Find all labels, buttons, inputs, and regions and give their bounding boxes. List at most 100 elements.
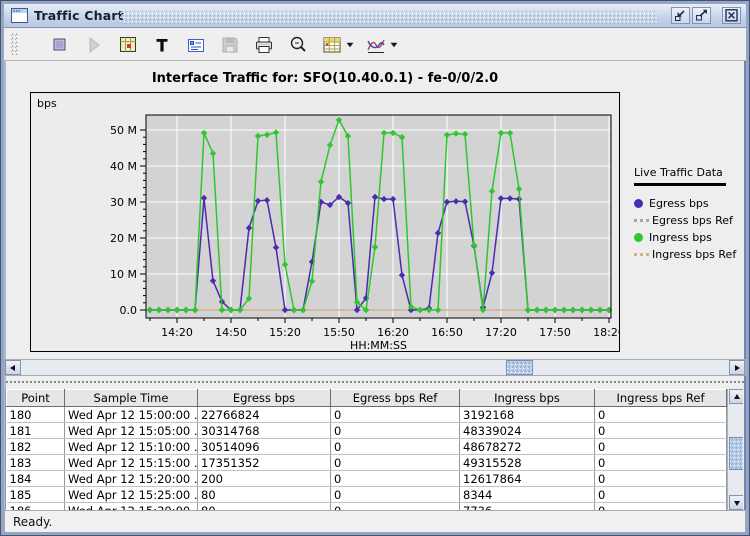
scroll-down-button[interactable] <box>729 495 743 510</box>
table-cell[interactable]: 0 <box>595 423 727 439</box>
table-view-button[interactable] <box>318 32 356 57</box>
table-cell[interactable]: 49315528 <box>460 455 595 471</box>
chevron-down-icon <box>346 42 354 48</box>
table-cell[interactable]: 48339024 <box>460 423 595 439</box>
play-icon <box>82 33 106 57</box>
toolbar <box>4 28 746 61</box>
close-button[interactable] <box>722 7 741 24</box>
column-header-egress-bps-ref[interactable]: Egress bps Ref <box>331 390 460 407</box>
legend-item-egress-bps-ref: Egress bps Ref <box>634 212 746 229</box>
table-row[interactable]: 185Wed Apr 12 15:25:00 ...80083440 <box>7 487 727 503</box>
scroll-up-button[interactable] <box>729 389 743 404</box>
chart-type-button[interactable] <box>362 32 400 57</box>
arrow-right-icon <box>733 364 741 372</box>
table-cell[interactable]: 182 <box>7 439 65 455</box>
table-row[interactable]: 182Wed Apr 12 15:10:00 ...30514096048678… <box>7 439 727 455</box>
svg-text:40 M: 40 M <box>110 160 137 173</box>
scroll-left-button[interactable] <box>5 360 21 375</box>
column-header-egress-bps[interactable]: Egress bps <box>198 390 331 407</box>
table-cell[interactable]: 185 <box>7 487 65 503</box>
table-cell[interactable]: 0 <box>331 407 460 423</box>
table-cell[interactable]: 22766824 <box>198 407 331 423</box>
zoom-button[interactable] <box>284 32 312 57</box>
table-cell[interactable]: 0 <box>331 503 460 511</box>
chart-legend: Live Traffic Data Egress bpsEgress bps R… <box>634 166 746 263</box>
table-cell[interactable]: 8344 <box>460 487 595 503</box>
legend-label: Egress bps Ref <box>652 214 733 227</box>
table-cell[interactable]: 0 <box>331 439 460 455</box>
table-cell[interactable]: 183 <box>7 455 65 471</box>
table-cell[interactable]: 30514096 <box>198 439 331 455</box>
table-cell[interactable]: 17351352 <box>198 455 331 471</box>
table-cell[interactable]: 0 <box>331 455 460 471</box>
legend-item-ingress-bps-ref: Ingress bps Ref <box>634 246 746 263</box>
scroll-right-button[interactable] <box>729 360 745 375</box>
table-cell[interactable]: 80 <box>198 503 331 511</box>
save-button[interactable] <box>216 32 244 57</box>
minimize-button[interactable] <box>671 7 690 24</box>
ingress-bps-ref-dash-swatch <box>634 253 649 256</box>
table-cell[interactable]: 186 <box>7 503 65 511</box>
split-handle[interactable] <box>6 381 744 386</box>
table-cell[interactable]: 7736 <box>460 503 595 511</box>
text-tool-button[interactable] <box>148 32 176 57</box>
horizontal-scroll-thumb[interactable] <box>506 360 533 375</box>
table-cell[interactable]: 181 <box>7 423 65 439</box>
column-header-ingress-bps[interactable]: Ingress bps <box>460 390 595 407</box>
legend-toggle-icon <box>184 33 208 57</box>
table-cell[interactable]: Wed Apr 12 15:00:00 ... <box>65 407 198 423</box>
table-cell[interactable]: 80 <box>198 487 331 503</box>
table-cell[interactable]: 3192168 <box>460 407 595 423</box>
column-header-point[interactable]: Point <box>7 390 65 407</box>
legend-toggle-button[interactable] <box>182 32 210 57</box>
table-cell[interactable]: 184 <box>7 471 65 487</box>
table-row[interactable]: 183Wed Apr 12 15:15:00 ...17351352049315… <box>7 455 727 471</box>
legend-item-ingress-bps: Ingress bps <box>634 229 746 246</box>
table-cell[interactable]: 0 <box>331 471 460 487</box>
table-cell[interactable]: 0 <box>595 471 727 487</box>
table-cell[interactable]: 0 <box>595 487 727 503</box>
window-controls <box>669 7 741 24</box>
x-axis-label: HH:MM:SS <box>350 339 407 351</box>
table-cell[interactable]: 180 <box>7 407 65 423</box>
table-cell[interactable]: Wed Apr 12 15:25:00 ... <box>65 487 198 503</box>
table-cell[interactable]: 0 <box>595 407 727 423</box>
table-cell[interactable]: Wed Apr 12 15:05:00 ... <box>65 423 198 439</box>
table-cell[interactable]: 0 <box>595 503 727 511</box>
traffic-chart-window: Traffic Chart <box>0 0 750 536</box>
legend-label: Ingress bps <box>649 231 712 244</box>
table-cell[interactable]: Wed Apr 12 15:30:00 ... <box>65 503 198 511</box>
table-vertical-scrollbar[interactable] <box>727 389 743 510</box>
table-cell[interactable]: 12617864 <box>460 471 595 487</box>
title-bar[interactable]: Traffic Chart <box>4 4 746 28</box>
column-header-ingress-bps-ref[interactable]: Ingress bps Ref <box>595 390 727 407</box>
table-cell[interactable]: 48678272 <box>460 439 595 455</box>
table-cell[interactable]: 0 <box>331 423 460 439</box>
table-cell[interactable]: Wed Apr 12 15:10:00 ... <box>65 439 198 455</box>
toolbar-drag-handle[interactable] <box>10 33 19 55</box>
table-cell[interactable]: 30314768 <box>198 423 331 439</box>
table-cell[interactable]: 0 <box>595 455 727 471</box>
table-cell[interactable]: 0 <box>595 439 727 455</box>
table-cell[interactable]: 200 <box>198 471 331 487</box>
print-button[interactable] <box>250 32 278 57</box>
table-cell[interactable]: Wed Apr 12 15:15:00 ... <box>65 455 198 471</box>
table-cell[interactable]: 0 <box>331 487 460 503</box>
column-header-sample-time[interactable]: Sample Time <box>65 390 198 407</box>
table-row[interactable]: 186Wed Apr 12 15:30:00 ...80077360 <box>7 503 727 511</box>
maximize-button[interactable] <box>692 7 711 24</box>
chart-type-icon <box>364 33 388 57</box>
table-cell[interactable]: Wed Apr 12 15:20:00 ... <box>65 471 198 487</box>
chart-settings-button[interactable] <box>114 32 142 57</box>
chart-panel: 0.010 M20 M30 M40 M50 M14:2014:5015:2015… <box>30 92 620 352</box>
vertical-scroll-thumb[interactable] <box>729 437 743 470</box>
chart-horizontal-scrollbar[interactable] <box>4 359 746 376</box>
legend-title: Live Traffic Data <box>634 166 746 179</box>
table-row[interactable]: 184Wed Apr 12 15:20:00 ...2000126178640 <box>7 471 727 487</box>
traffic-line-chart: 0.010 M20 M30 M40 M50 M14:2014:5015:2015… <box>31 93 619 351</box>
play-button[interactable] <box>80 32 108 57</box>
window-icon <box>11 8 28 23</box>
stop-button[interactable] <box>46 32 74 57</box>
table-row[interactable]: 180Wed Apr 12 15:00:00 ...22766824031921… <box>7 407 727 423</box>
table-row[interactable]: 181Wed Apr 12 15:05:00 ...30314768048339… <box>7 423 727 439</box>
